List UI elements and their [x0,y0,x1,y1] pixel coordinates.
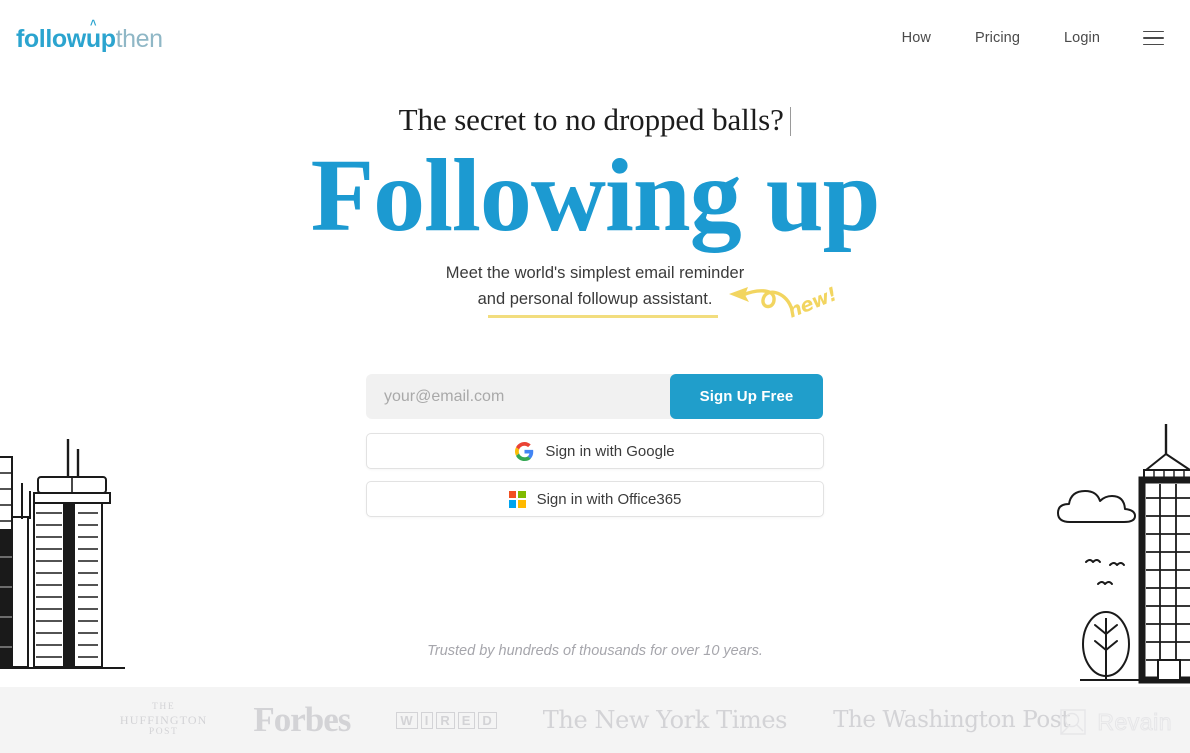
revain-logo-icon [1060,709,1087,735]
revain-watermark-label: Revain [1097,708,1172,735]
microsoft-icon-square [517,490,526,499]
sign-in-with-office365-button[interactable]: Sign in with Office365 [366,481,824,517]
landing-page: followupthen How Pricing Login [0,0,1190,753]
microsoft-icon-square [508,499,517,508]
google-button-label: Sign in with Google [545,442,675,460]
logo-text-follow: follow [16,24,86,53]
wired-letter: D [478,711,497,729]
site-header: followupthen How Pricing Login [0,0,1190,76]
hero-kicker-text: The secret to no dropped balls? [398,102,784,137]
new-feature-annotation: new! [713,273,843,333]
typing-caret [789,107,792,136]
trust-statement: Trusted by hundreds of thousands for ove… [427,643,763,659]
main-nav: How Pricing Login [880,24,1170,52]
microsoft-icon-square [508,490,517,499]
microsoft-icon-square [517,499,526,508]
press-logo-huffington-post: THE HUFFINGTON POST [120,702,207,739]
hamburger-bar [1142,37,1164,39]
hamburger-bar [1142,30,1164,33]
sign-up-free-button[interactable]: Sign Up Free [670,374,823,419]
google-icon [515,441,534,461]
huffington-main: HUFFINGTON [119,712,208,727]
revain-watermark: Revain [1058,707,1172,737]
hamburger-bar [1142,43,1164,46]
wired-letter: E [457,711,476,729]
press-logo-new-york-times: The New York Times [542,706,788,734]
wired-letter: W [396,711,418,729]
nav-item-how[interactable]: How [880,24,953,52]
hero-kicker: The secret to no dropped balls? [0,102,1190,138]
wired-letter: R [436,711,455,729]
hero-subhead-line2: and personal followup assistant. [478,287,719,318]
signup-form: Sign Up Free [366,374,823,419]
nav-item-login[interactable]: Login [1042,24,1122,52]
press-logo-forbes: Forbes [253,700,351,739]
wired-letter: I [420,711,434,729]
nav-item-pricing[interactable]: Pricing [953,24,1042,52]
logo-text-then: then [115,24,163,53]
hero-subhead-line1: Meet the world's simplest email reminder [445,264,745,282]
hero-headline: Following up [310,138,881,253]
press-logo-washington-post: The Washington Post [833,707,1071,733]
email-input[interactable] [366,374,676,419]
office365-button-label: Sign in with Office365 [536,490,682,508]
microsoft-icon [508,490,526,508]
brand-logo[interactable]: followupthen [16,25,163,52]
press-logo-wired: W I R E D [396,711,497,729]
press-logos-bar: THE HUFFINGTON POST Forbes W I R E D The… [0,687,1190,753]
huffington-the: THE [152,701,176,712]
logo-text-p: p [100,24,116,53]
sign-in-with-google-button[interactable]: Sign in with Google [366,433,824,469]
hero-subhead: Meet the world's simplest email reminder… [0,261,1190,318]
hamburger-icon[interactable] [1136,24,1170,52]
huffington-post: POST [148,727,179,738]
logo-text-u: u [86,26,101,52]
hero-section: The secret to no dropped balls? Followin… [0,0,1190,690]
